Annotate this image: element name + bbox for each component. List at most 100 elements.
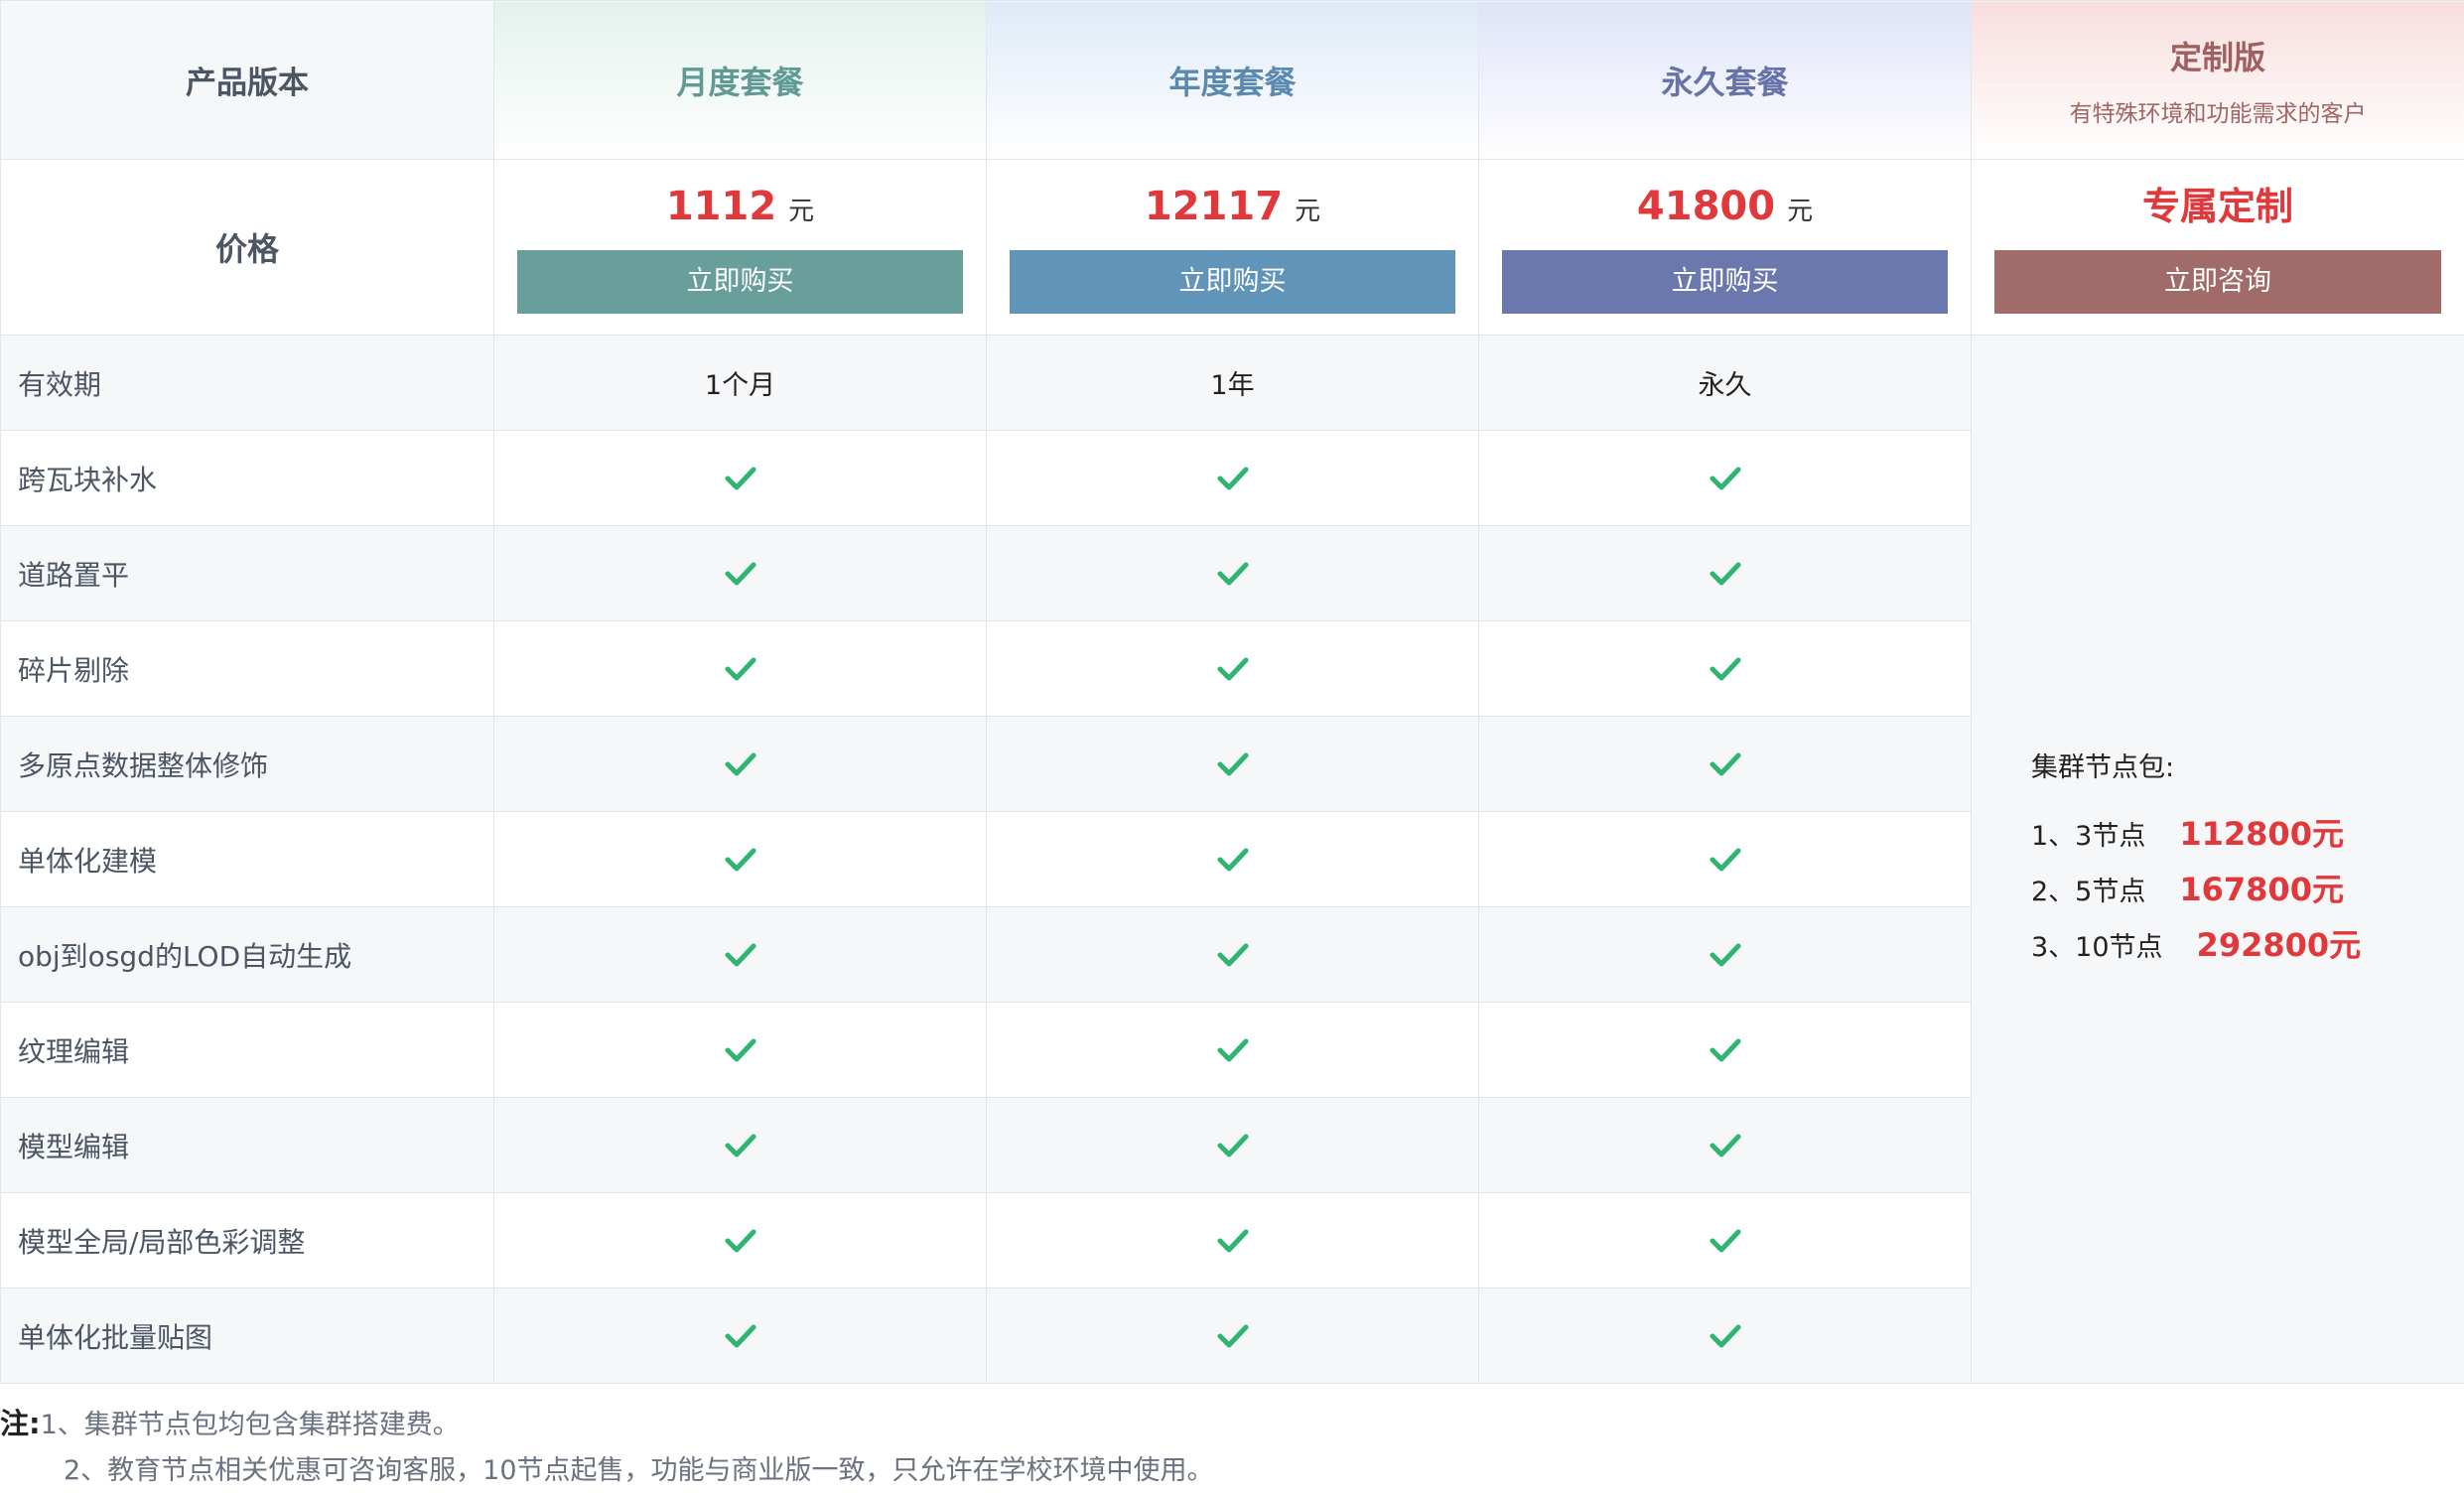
feature-included [494, 1003, 987, 1098]
feature-included [987, 717, 1479, 812]
check-icon [1709, 845, 1742, 875]
feature-included [987, 1193, 1479, 1289]
notes: 注:1、集群节点包均包含集群搭建费。 2、教育节点相关优惠可咨询客服，10节点起… [0, 1400, 2464, 1495]
plan-monthly-title: 月度套餐 [494, 1, 987, 160]
plan-custom-header: 定制版 有特殊环境和功能需求的客户 [1972, 1, 2464, 160]
check-icon [1709, 1226, 1742, 1256]
validity-forever: 永久 [1479, 336, 1972, 431]
price-yearly: 12117元 [1010, 175, 1455, 238]
note-line: 2、教育节点相关优惠可咨询客服，10节点起售，功能与商业版一致，只允许在学校环境… [0, 1447, 2464, 1495]
feature-included [494, 717, 987, 812]
feature-included [494, 431, 987, 526]
cluster-item-label: 1、3节点 [2031, 821, 2145, 852]
feature-name: 碎片剔除 [1, 621, 494, 717]
consult-button[interactable]: 立即咨询 [1994, 250, 2441, 314]
custom-price-title: 专属定制 [2142, 185, 2293, 228]
check-icon [1709, 464, 1742, 493]
check-icon [724, 464, 757, 493]
price-amount: 1112 [666, 184, 776, 229]
check-icon [1216, 559, 1250, 589]
check-icon [1216, 749, 1250, 779]
check-icon [724, 654, 757, 684]
check-icon [724, 940, 757, 970]
feature-included [987, 812, 1479, 907]
feature-name: obj到osgd的LOD自动生成 [1, 907, 494, 1003]
note-text: 1、集群节点包均包含集群搭建费。 [41, 1410, 460, 1440]
feature-included [494, 907, 987, 1003]
feature-included [1479, 812, 1972, 907]
custom-price: 专属定制 [1994, 175, 2441, 238]
cluster-item: 3、10节点292800元 [2031, 917, 2464, 973]
price-forever: 41800 元 [1502, 175, 1948, 238]
check-icon [1216, 1226, 1250, 1256]
check-icon [1709, 654, 1742, 684]
check-icon [1709, 940, 1742, 970]
plan-yearly-title: 年度套餐 [987, 1, 1479, 160]
check-icon [1216, 464, 1250, 493]
price-amount: 41800 [1637, 184, 1775, 229]
feature-included [987, 1098, 1479, 1193]
feature-included [494, 526, 987, 621]
price-unit: 元 [1787, 197, 1813, 226]
cluster-item-label: 2、5节点 [2031, 877, 2145, 907]
check-icon [1216, 1035, 1250, 1065]
price-cell-monthly: 1112元 立即购买 [494, 160, 987, 336]
check-icon [1216, 1131, 1250, 1160]
check-icon [724, 1035, 757, 1065]
check-icon [724, 1226, 757, 1256]
price-cell-custom: 专属定制 立即咨询 [1972, 160, 2464, 336]
cluster-item-price: 167800元 [2179, 871, 2344, 908]
check-icon [1709, 1321, 1742, 1351]
check-icon [724, 559, 757, 589]
check-icon [1709, 749, 1742, 779]
note-text: 2、教育节点相关优惠可咨询客服，10节点起售，功能与商业版一致，只允许在学校环境… [64, 1455, 1214, 1486]
feature-included [494, 621, 987, 717]
feature-included [494, 1098, 987, 1193]
buy-forever-button[interactable]: 立即购买 [1502, 250, 1948, 314]
cluster-title: 集群节点包: [2031, 746, 2464, 784]
feature-included [1479, 1098, 1972, 1193]
check-icon [1709, 559, 1742, 589]
feature-included [987, 907, 1479, 1003]
feature-included [1479, 431, 1972, 526]
cluster-package-cell: 集群节点包: 1、3节点112800元 2、5节点 167800元 3、10节点2… [1972, 336, 2464, 1384]
pricing-page: 产品版本 月度套餐 年度套餐 永久套餐 定制版 有特殊环境和功能需求的客户 价格… [0, 0, 2464, 1494]
check-icon [724, 845, 757, 875]
feature-included [987, 1289, 1479, 1384]
check-icon [1216, 940, 1250, 970]
buy-yearly-button[interactable]: 立即购买 [1010, 250, 1455, 314]
price-cell-yearly: 12117元 立即购买 [987, 160, 1479, 336]
feature-included [987, 431, 1479, 526]
price-unit: 元 [1295, 197, 1320, 226]
feature-included [1479, 1003, 1972, 1098]
header-row: 产品版本 月度套餐 年度套餐 永久套餐 定制版 有特殊环境和功能需求的客户 [1, 1, 2464, 160]
validity-yearly: 1年 [987, 336, 1479, 431]
feature-included [1479, 717, 1972, 812]
feature-name: 跨瓦块补水 [1, 431, 494, 526]
plan-custom-title: 定制版 [1972, 33, 2464, 78]
check-icon [724, 1131, 757, 1160]
feature-name: 模型全局/局部色彩调整 [1, 1193, 494, 1289]
price-label: 价格 [1, 160, 494, 336]
cluster-item: 1、3节点112800元 [2031, 806, 2464, 862]
feature-name: 单体化批量贴图 [1, 1289, 494, 1384]
feature-included [987, 621, 1479, 717]
cluster-item-label: 3、10节点 [2031, 932, 2163, 963]
feature-included [1479, 907, 1972, 1003]
validity-monthly: 1个月 [494, 336, 987, 431]
price-cell-forever: 41800 元 立即购买 [1479, 160, 1972, 336]
price-row: 价格 1112元 立即购买 12117元 立即购买 41800元 [1, 160, 2464, 336]
pricing-table: 产品版本 月度套餐 年度套餐 永久套餐 定制版 有特殊环境和功能需求的客户 价格… [0, 0, 2464, 1384]
check-icon [1709, 1131, 1742, 1160]
check-icon [724, 1321, 757, 1351]
check-icon [1216, 654, 1250, 684]
buy-monthly-button[interactable]: 立即购买 [517, 250, 963, 314]
check-icon [1709, 1035, 1742, 1065]
plan-custom-subtitle: 有特殊环境和功能需求的客户 [1972, 94, 2464, 128]
feature-included [1479, 1289, 1972, 1384]
check-icon [1216, 845, 1250, 875]
feature-included [1479, 526, 1972, 621]
feature-included [494, 812, 987, 907]
feature-name: 道路置平 [1, 526, 494, 621]
feature-included [987, 1003, 1479, 1098]
